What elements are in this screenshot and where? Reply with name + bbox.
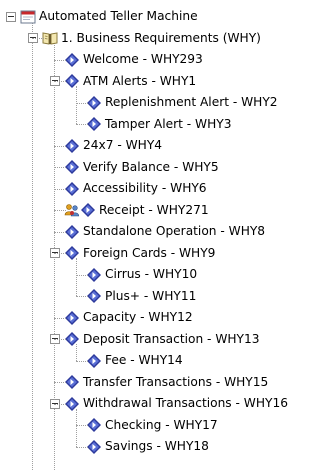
tree-node-label: Deposit Transaction - WHY13	[83, 331, 260, 346]
requirement-icon	[80, 202, 96, 218]
tree-node-label: Verify Balance - WHY5	[83, 159, 219, 174]
tree-node-n13[interactable]: Plus+ - WHY11	[0, 286, 331, 307]
requirement-icon	[64, 310, 80, 326]
tree-node-label: Transfer Transactions - WHY15	[83, 374, 269, 389]
tree-guide-line	[76, 102, 88, 104]
users-badge-icon	[64, 202, 80, 218]
tree-node-n3[interactable]: ATM Alerts - WHY1	[0, 71, 331, 92]
book-folder-icon	[42, 30, 58, 46]
requirement-icon	[86, 288, 102, 304]
tree-guide-line	[54, 210, 66, 212]
requirement-icon	[64, 181, 80, 197]
tree-node-label: Checking - WHY17	[105, 417, 218, 432]
tree-guide-line	[76, 446, 88, 448]
requirement-icon	[64, 138, 80, 154]
tree-node-n20[interactable]: Savings - WHY18	[0, 436, 331, 457]
requirement-icon	[64, 396, 80, 412]
tree-guide-line	[54, 167, 66, 169]
tree-node-label: Savings - WHY18	[105, 439, 209, 453]
tree-guide-line	[76, 360, 88, 362]
requirement-icon	[86, 95, 102, 111]
tree-node-label: Cirrus - WHY10	[105, 267, 198, 281]
window-icon	[20, 9, 36, 25]
tree-guide-line	[32, 38, 44, 40]
tree-node-label: Welcome - WHY293	[83, 52, 203, 66]
tree-node-n16[interactable]: Fee - WHY14	[0, 350, 331, 371]
tree-node-n0[interactable]: Automated Teller Machine	[0, 6, 331, 27]
tree-guide-line	[76, 124, 88, 126]
requirement-icon	[86, 353, 102, 369]
requirement-icon	[64, 73, 80, 89]
tree-node-n5[interactable]: Tamper Alert - WHY3	[0, 114, 331, 135]
requirement-icon	[64, 331, 80, 347]
tree-guide-line	[54, 145, 66, 147]
requirement-icon	[64, 245, 80, 261]
tree-guide-line	[76, 296, 88, 298]
tree-guide-line	[54, 253, 66, 255]
requirement-icon	[86, 116, 102, 132]
collapse-toggle-icon[interactable]	[6, 11, 16, 22]
tree-node-label: Capacity - WHY12	[83, 310, 193, 324]
requirement-icon	[64, 224, 80, 240]
tree-node-n9[interactable]: Receipt - WHY271	[0, 200, 331, 221]
tree-node-label: Automated Teller Machine	[39, 9, 198, 23]
tree-guide-line	[76, 274, 88, 276]
tree-node-n19[interactable]: Checking - WHY17	[0, 415, 331, 436]
tree-guide-line	[54, 231, 66, 233]
tree-node-n7[interactable]: Verify Balance - WHY5	[0, 157, 331, 178]
tree-guide-line	[54, 59, 66, 61]
tree-node-n15[interactable]: Deposit Transaction - WHY13	[0, 329, 331, 350]
tree-node-n4[interactable]: Replenishment Alert - WHY2	[0, 92, 331, 113]
tree-guide-line	[54, 317, 66, 319]
tree-node-label: Withdrawal Transactions - WHY16	[83, 396, 288, 410]
tree-node-label: Accessibility - WHY6	[83, 181, 207, 195]
tree-node-n17[interactable]: Transfer Transactions - WHY15	[0, 372, 331, 393]
tree-node-n6[interactable]: 24x7 - WHY4	[0, 135, 331, 156]
requirement-icon	[64, 374, 80, 390]
tree-node-n12[interactable]: Cirrus - WHY10	[0, 264, 331, 285]
tree-node-label: 1. Business Requirements (WHY)	[61, 30, 261, 45]
tree-guide-line	[54, 188, 66, 190]
tree-node-n8[interactable]: Accessibility - WHY6	[0, 178, 331, 199]
requirement-icon	[64, 159, 80, 175]
tree-node-n11[interactable]: Foreign Cards - WHY9	[0, 243, 331, 264]
requirements-tree: Automated Teller Machine 1. Business Requ…	[0, 0, 331, 470]
tree-guide-line	[54, 339, 66, 341]
tree-node-label: Foreign Cards - WHY9	[83, 245, 216, 260]
tree-node-label: Plus+ - WHY11	[105, 288, 197, 303]
tree-node-label: Tamper Alert - WHY3	[105, 116, 232, 131]
tree-guide-line	[76, 425, 88, 427]
requirement-icon	[64, 52, 80, 68]
tree-guide-line	[54, 403, 66, 405]
tree-node-n10[interactable]: Standalone Operation - WHY8	[0, 221, 331, 242]
requirement-icon	[86, 417, 102, 433]
requirement-icon	[86, 267, 102, 283]
tree-node-label: ATM Alerts - WHY1	[83, 73, 197, 88]
tree-node-n2[interactable]: Welcome - WHY293	[0, 49, 331, 70]
requirement-icon	[86, 439, 102, 455]
tree-node-label: Receipt - WHY271	[99, 202, 209, 217]
tree-node-n1[interactable]: 1. Business Requirements (WHY)	[0, 28, 331, 49]
tree-node-label: Fee - WHY14	[105, 353, 183, 367]
tree-guide-line	[54, 382, 66, 384]
tree-node-label: 24x7 - WHY4	[83, 138, 163, 152]
tree-guide-line	[54, 81, 66, 83]
tree-node-label: Standalone Operation - WHY8	[83, 224, 266, 238]
tree-node-label: Replenishment Alert - WHY2	[105, 95, 278, 109]
tree-node-n18[interactable]: Withdrawal Transactions - WHY16	[0, 393, 331, 414]
tree-node-n14[interactable]: Capacity - WHY12	[0, 307, 331, 328]
